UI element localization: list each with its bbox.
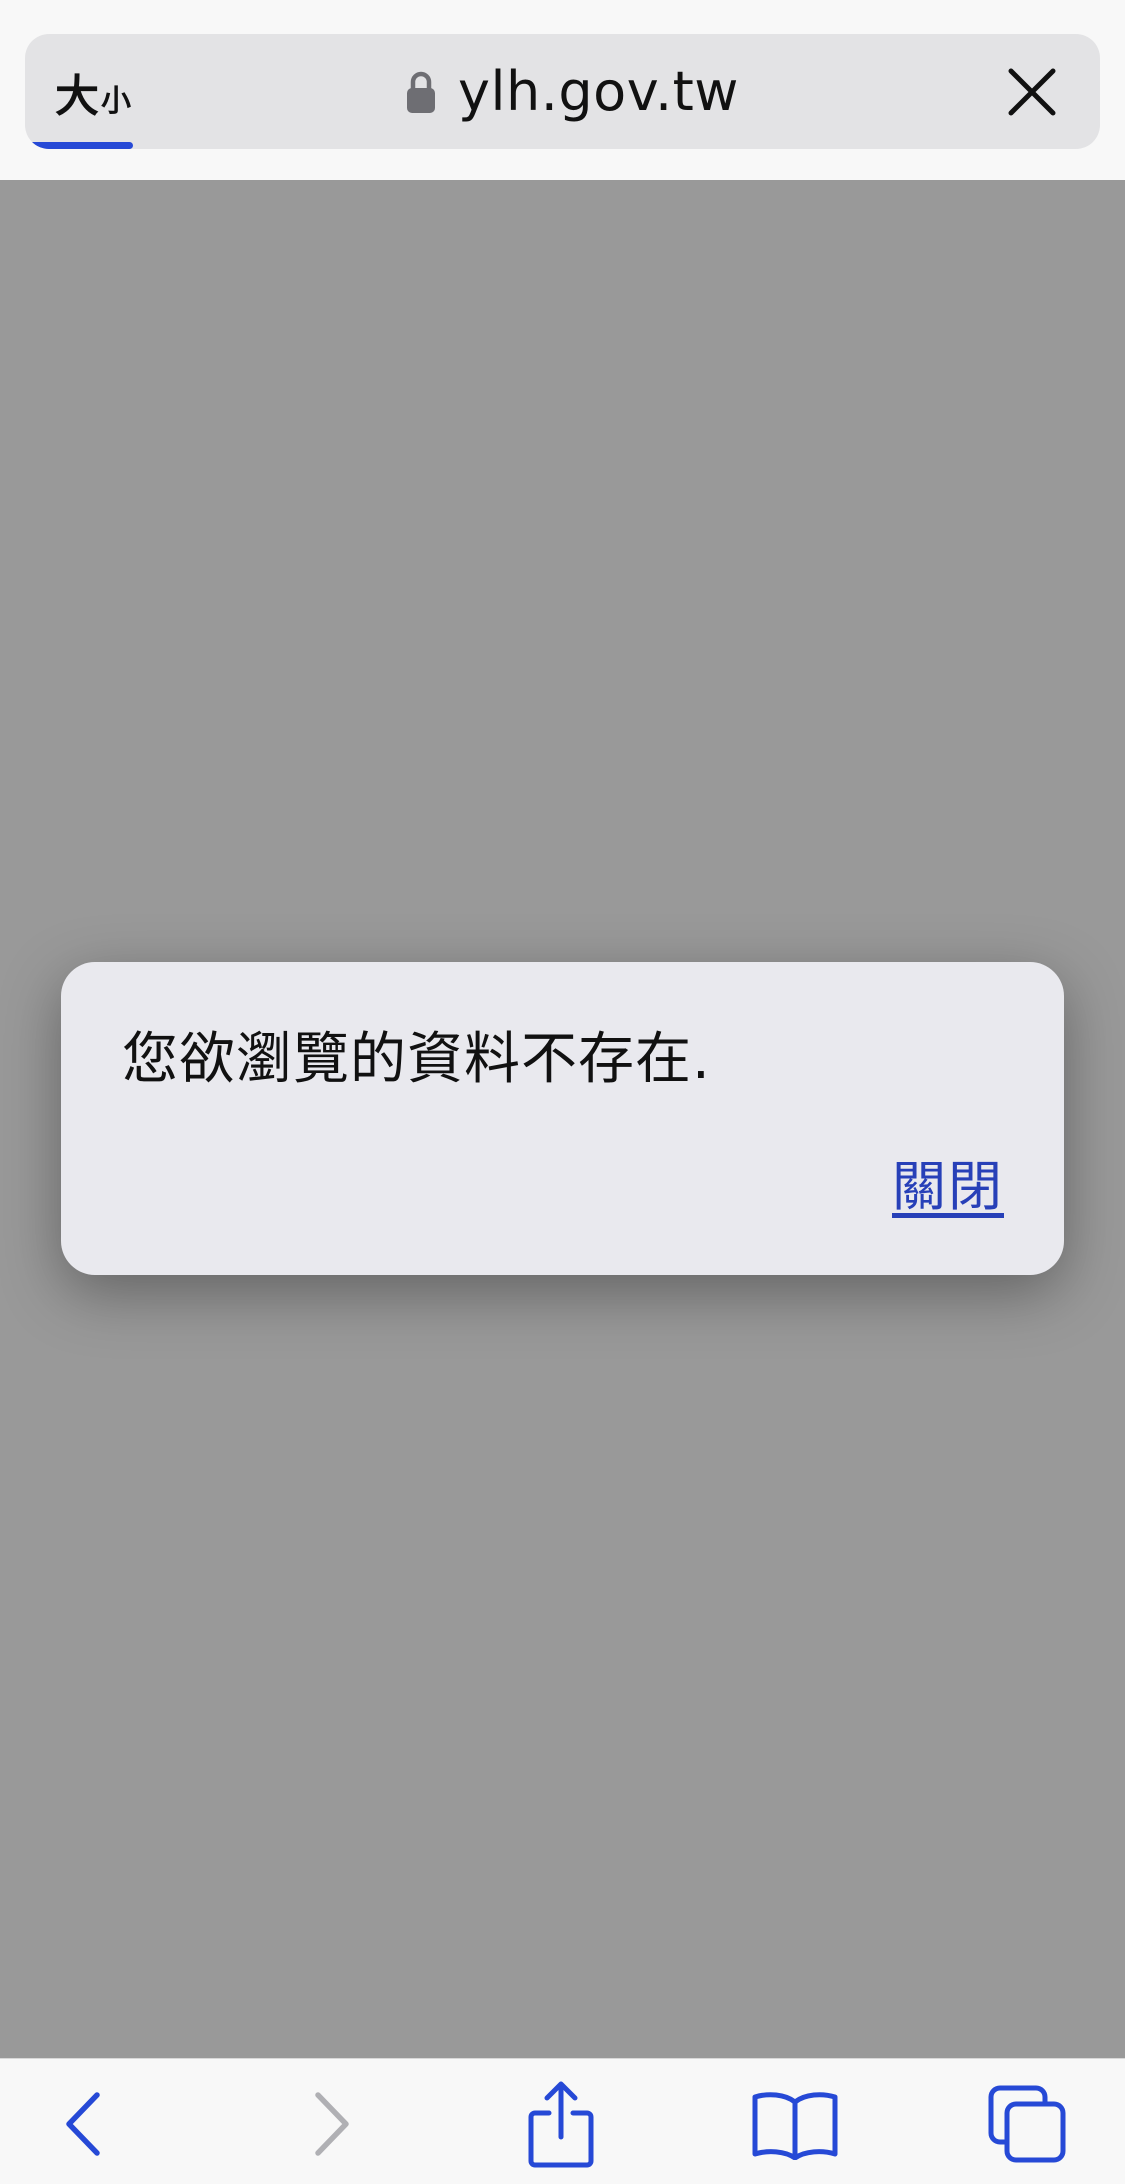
forward-button[interactable]: [285, 2079, 375, 2169]
browser-bottom-toolbar: [0, 2058, 1125, 2184]
share-icon: [528, 2081, 594, 2168]
bookmarks-icon: [752, 2092, 838, 2160]
close-icon[interactable]: [1006, 66, 1058, 118]
alert-message: 您欲瀏覽的資料不存在.: [122, 1027, 711, 1092]
share-button[interactable]: [516, 2079, 606, 2169]
alert-close-button[interactable]: 關閉: [892, 1142, 1004, 1221]
browser-top-bar: 大 小 ylh.gov.tw: [0, 0, 1125, 180]
tabs-button[interactable]: [982, 2079, 1072, 2169]
page-load-progress: [25, 142, 133, 149]
address-bar[interactable]: 大 小 ylh.gov.tw: [25, 34, 1100, 149]
tabs-icon: [988, 2085, 1066, 2163]
bookmarks-button[interactable]: [750, 2079, 840, 2169]
url-display[interactable]: ylh.gov.tw: [25, 34, 1100, 149]
lock-icon: [407, 71, 436, 113]
url-text: ylh.gov.tw: [458, 60, 739, 123]
back-button[interactable]: [40, 2079, 130, 2169]
forward-icon: [315, 2092, 349, 2156]
back-icon: [66, 2092, 100, 2156]
alert-dialog: 您欲瀏覽的資料不存在. 關閉: [61, 962, 1064, 1275]
web-content-overlay: 您欲瀏覽的資料不存在. 關閉: [0, 180, 1125, 2058]
